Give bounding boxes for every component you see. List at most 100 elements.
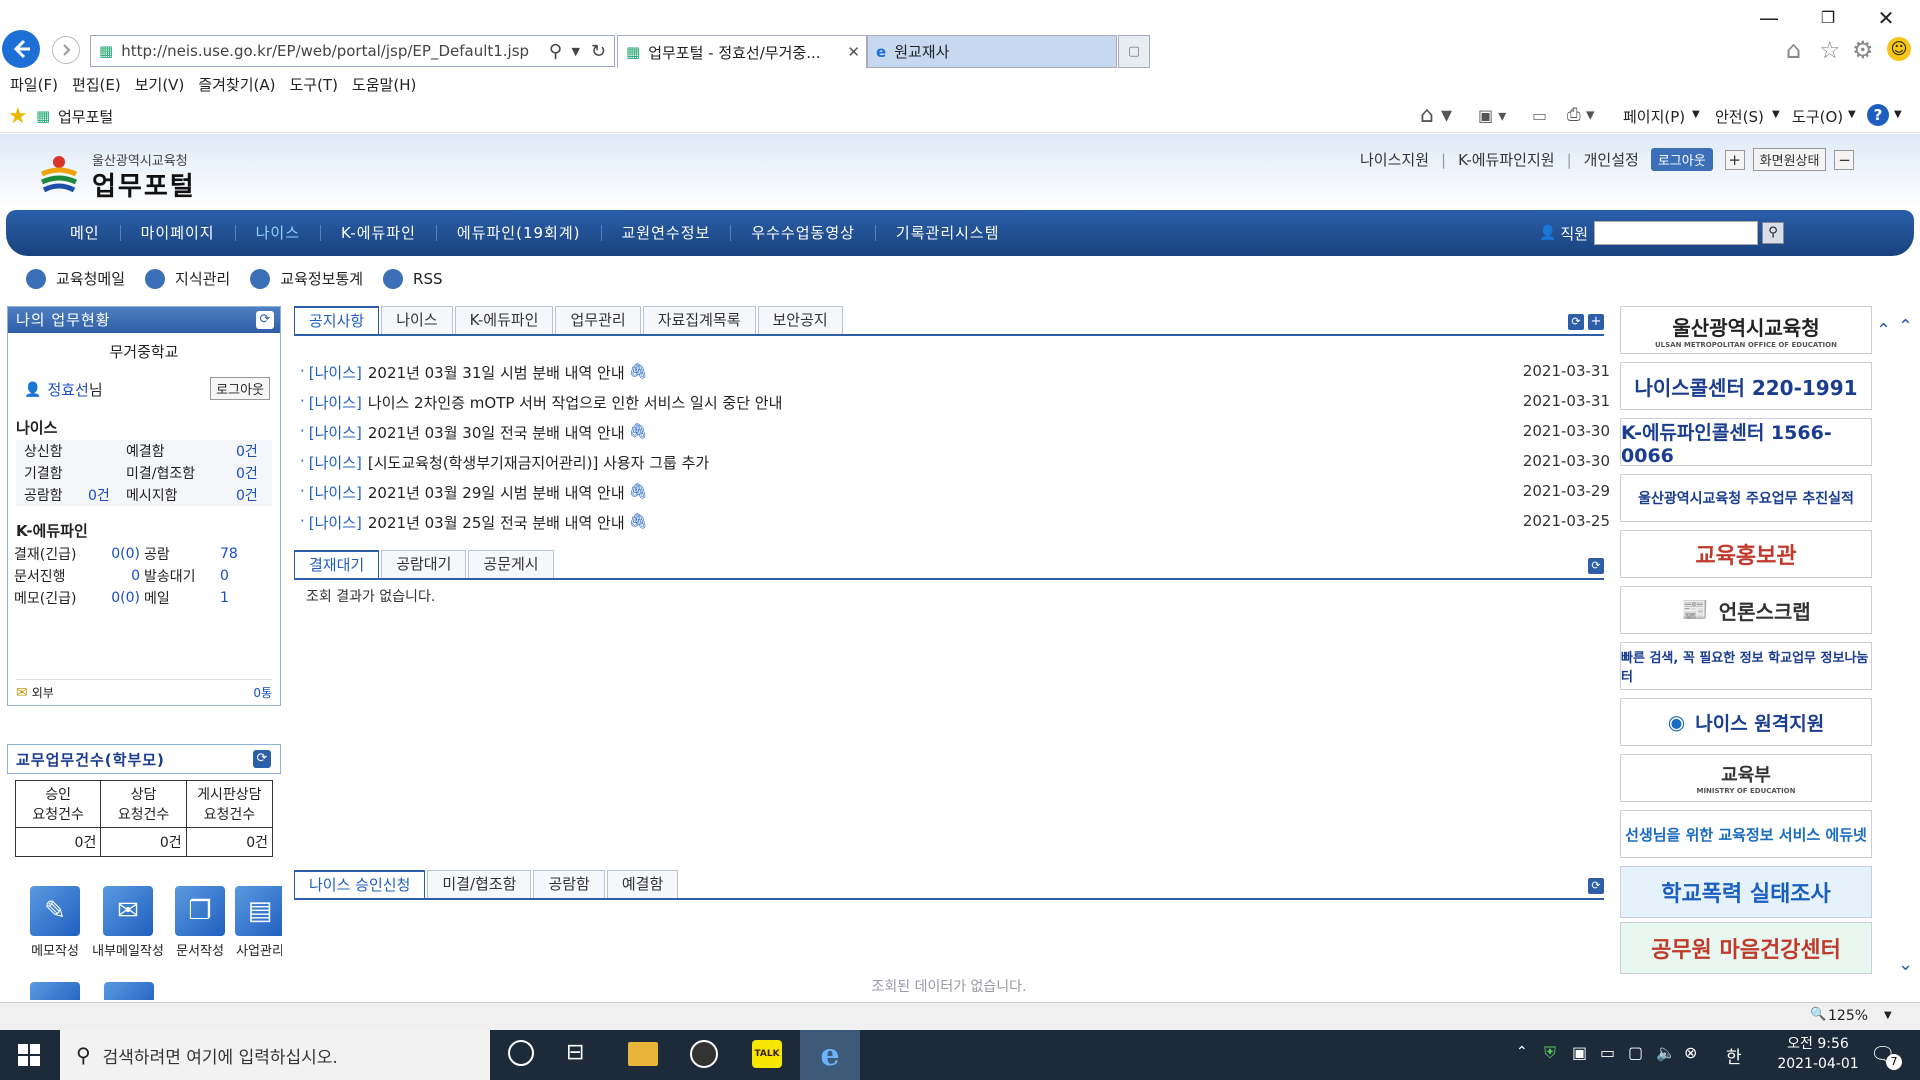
notice-title[interactable]: 2021년 03월 30일 전국 분배 내역 안내 (368, 422, 625, 450)
refresh-icon[interactable]: ⟳ (1568, 314, 1584, 330)
nav-kedufine[interactable]: K-에듀파인 (321, 225, 437, 241)
notice-category[interactable]: [나이스] (309, 362, 362, 390)
smiley-icon[interactable]: ☺ (1887, 37, 1911, 61)
tab-budget[interactable]: 예결함 (606, 870, 679, 898)
cortana-icon[interactable] (508, 1040, 534, 1066)
mail-count[interactable]: 0통 (253, 684, 272, 701)
banner-edunet[interactable]: 선생님을 위한 교육정보 서비스 에듀넷 (1620, 810, 1872, 858)
project-shortcut[interactable]: ▤ 사업관리 (234, 886, 282, 959)
nav-edufine19[interactable]: 에듀파인(19회계) (437, 225, 602, 241)
favorite-link[interactable]: 업무포털 (58, 106, 113, 127)
clock[interactable]: 오전 9:56 2021-04-01 (1768, 1034, 1868, 1074)
battery-icon[interactable]: ▭ (1600, 1043, 1615, 1062)
refresh-icon[interactable]: ↻ (591, 41, 606, 62)
neis-support-link[interactable]: 나이스지원 (1360, 149, 1429, 170)
stat-value[interactable]: 78 (220, 546, 250, 562)
notice-item[interactable]: · [나이스] 2021년 03월 30일 전국 분배 내역 안내 🖇 2021… (300, 422, 1610, 450)
nav-mypage[interactable]: 마이페이지 (121, 225, 236, 241)
search-icon[interactable]: ⚲ (549, 41, 562, 62)
quicklink-rss[interactable]: RSS (413, 270, 442, 288)
start-button[interactable] (0, 1030, 58, 1080)
logout-button[interactable]: 로그아웃 (1650, 148, 1713, 171)
personal-settings-link[interactable]: 개인설정 (1584, 149, 1639, 170)
stat-label[interactable]: 상신함 (16, 441, 106, 461)
stat-label[interactable]: 발송대기 (140, 566, 220, 586)
print-icon[interactable]: ⎙ ▾ (1567, 105, 1595, 125)
vpn-off-icon[interactable]: ⊗ (1684, 1043, 1697, 1062)
close-icon[interactable]: ✕ (847, 43, 860, 61)
network-icon[interactable]: ▢ (1628, 1043, 1643, 1062)
add-icon[interactable] (30, 982, 80, 1000)
stat-value[interactable]: 0(0) (104, 546, 140, 562)
stat-label[interactable]: 미결/협조함 (126, 463, 236, 483)
quicklink-stats[interactable]: 교육정보통계 (280, 268, 363, 289)
nav-neis[interactable]: 나이스 (236, 225, 322, 241)
stat-label[interactable]: 공람 (140, 544, 220, 564)
notice-item[interactable]: · [나이스] 2021년 03월 29일 시범 분배 내역 안내 🖇 2021… (300, 482, 1610, 510)
tab-security[interactable]: 보안공지 (757, 306, 843, 334)
page-menu[interactable]: 페이지(P) (1623, 106, 1685, 127)
refresh-icon[interactable]: ⟳ (253, 750, 271, 768)
notice-category[interactable]: [나이스] (309, 452, 362, 480)
stat-label[interactable]: 결재(긴급) (14, 544, 104, 564)
banner-achievements[interactable]: 울산광역시교육청 주요업무 추진실적 (1620, 474, 1872, 522)
parent-value[interactable]: 0건 (101, 828, 187, 856)
menu-tools[interactable]: 도구(T) (289, 74, 337, 95)
dropdown-icon[interactable]: ▼ (572, 45, 580, 58)
notice-item[interactable]: · [나이스] 2021년 03월 25일 전국 분배 내역 안내 🖇 2021… (300, 512, 1610, 540)
minimize-button[interactable]: — (1754, 8, 1784, 28)
quicklink-mail[interactable]: 교육청메일 (56, 268, 125, 289)
stat-label[interactable]: 기결함 (16, 463, 106, 483)
ime-indicator[interactable]: 한 (1726, 1043, 1742, 1068)
memo-shortcut[interactable]: ✎ 메모작성 (20, 886, 90, 959)
stat-value[interactable]: 1 (220, 590, 250, 606)
tab-data[interactable]: 자료집계목록 (642, 306, 756, 334)
notice-item[interactable]: · [나이스] [시도교육청(학생부기재금지어관리)] 사용자 그룹 추가 20… (300, 452, 1610, 480)
mail-command-icon[interactable]: ▭ (1532, 106, 1547, 125)
back-button[interactable] (2, 30, 40, 68)
banner-ministry[interactable]: 교육부 MINISTRY OF EDUCATION (1620, 754, 1872, 802)
notice-title[interactable]: [시도교육청(학생부기재금지어관리)] 사용자 그룹 추가 (368, 452, 709, 480)
tools-menu[interactable]: 도구(O) (1792, 106, 1843, 127)
quicklink-knowledge[interactable]: 지식관리 (175, 268, 230, 289)
scroll-up-icon[interactable]: ⌃ (1876, 320, 1891, 341)
staff-search-input[interactable] (1594, 221, 1758, 245)
nav-main[interactable]: 메인 (50, 225, 121, 241)
zoom-out-button[interactable]: − (1834, 149, 1855, 170)
settings-gear-icon[interactable]: ⚙ (1852, 36, 1874, 64)
address-bar[interactable]: ▦ http://neis.use.go.kr/EP/web/portal/js… (90, 35, 615, 67)
refresh-icon[interactable]: ⟳ (256, 311, 274, 329)
security-shield-icon[interactable]: ⛨ (1544, 1043, 1556, 1063)
new-tab-button[interactable]: ▢ (1118, 35, 1150, 68)
tab-portal[interactable]: ▦ 업무포털 - 정효선/무거중... ✕ (617, 35, 867, 68)
banner-press-scrap[interactable]: 📰 언론스크랩 (1620, 586, 1872, 634)
notification-count[interactable]: 7 (1886, 1054, 1902, 1070)
favorites-star-icon[interactable]: ☆ (1819, 36, 1841, 64)
banner-mental-health[interactable]: 공무원 마음건강센터 (1620, 922, 1872, 974)
stat-label[interactable]: 공람함 (16, 485, 88, 505)
stat-label[interactable]: 메일 (140, 588, 220, 608)
menu-favorites[interactable]: 즐겨찾기(A) (198, 74, 275, 95)
zoom-level[interactable]: 125% (1828, 1008, 1868, 1024)
tab-approval-wait[interactable]: 결재대기 (294, 550, 380, 578)
banner-school-violence[interactable]: 학교폭력 실태조사 (1620, 866, 1872, 918)
file-explorer-icon[interactable] (628, 1042, 658, 1066)
stat-label[interactable]: 메모(긴급) (14, 588, 104, 608)
kakaotalk-icon[interactable]: TALK (752, 1040, 782, 1068)
parent-value[interactable]: 0건 (16, 828, 102, 856)
safety-menu[interactable]: 안전(S) (1715, 106, 1764, 127)
mail-label[interactable]: 외부 (32, 684, 54, 701)
notice-title[interactable]: 2021년 03월 29일 시범 분배 내역 안내 (368, 482, 625, 510)
home-command-icon[interactable]: ⌂ ▾ (1420, 103, 1452, 128)
tab-business[interactable]: 업무관리 (555, 306, 641, 334)
notice-item[interactable]: · [나이스] 2021년 03월 31일 시범 분배 내역 안내 🖇 2021… (300, 362, 1610, 390)
tab-kedufine[interactable]: K-에듀파인 (454, 306, 554, 334)
tab-pending[interactable]: 미결/협조함 (427, 870, 532, 898)
help-icon[interactable]: ? (1867, 104, 1889, 126)
ie-taskbar-button[interactable]: e (800, 1030, 860, 1080)
messenger-icon[interactable] (690, 1040, 718, 1068)
restore-button[interactable]: ❐ (1813, 8, 1843, 28)
stat-label[interactable]: 예결함 (126, 441, 236, 461)
menu-view[interactable]: 보기(V) (135, 74, 185, 95)
reset-screen-button[interactable]: 화면원상태 (1752, 148, 1827, 171)
